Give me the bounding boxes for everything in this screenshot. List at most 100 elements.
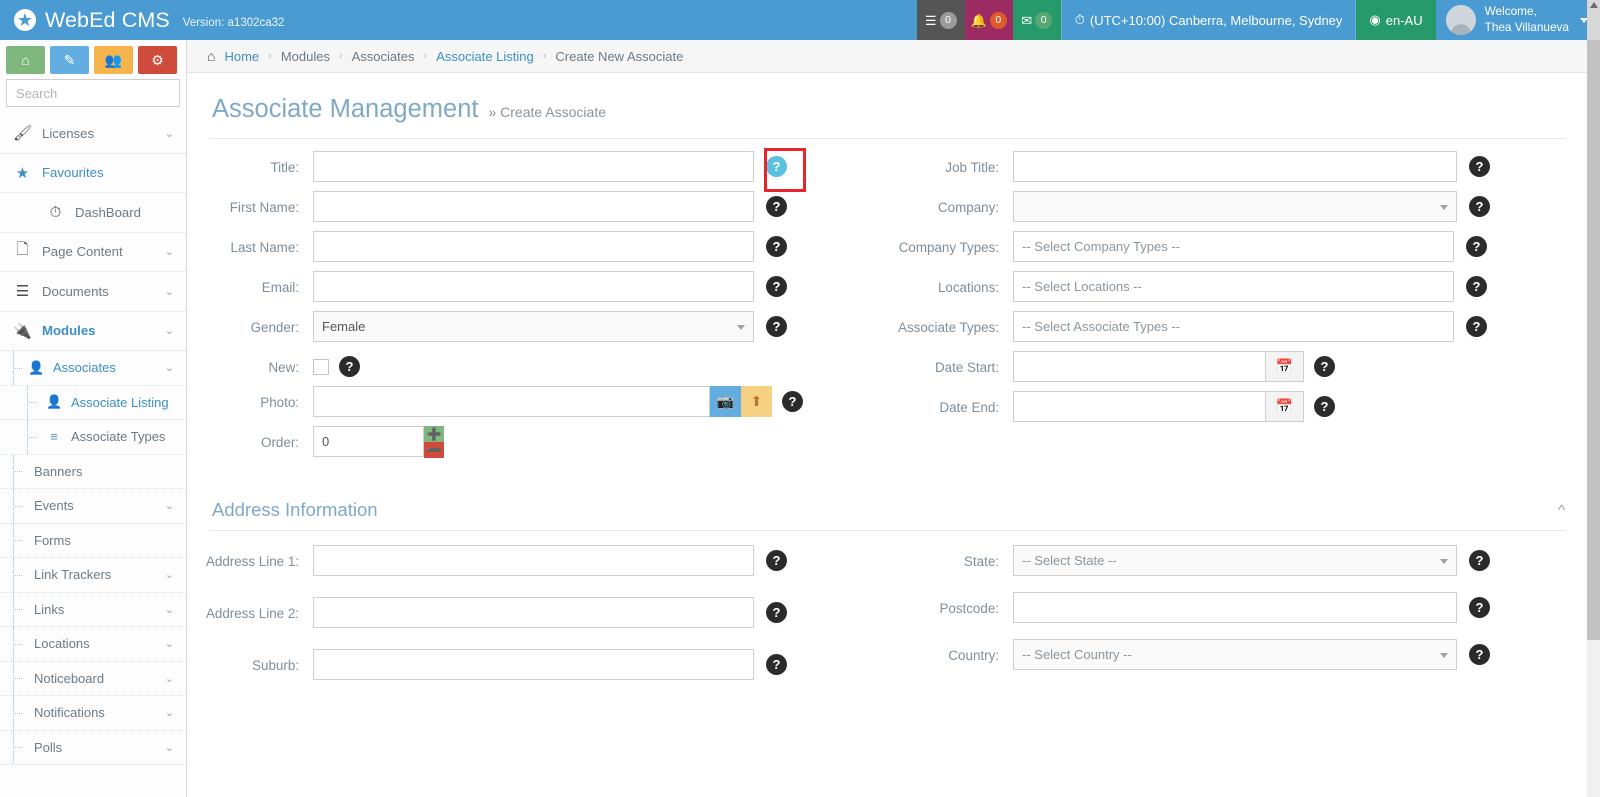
- brand[interactable]: ★ WebEd CMS Version: a1302ca32: [0, 0, 300, 40]
- date-end-input[interactable]: [1013, 391, 1266, 422]
- job-title-input[interactable]: [1013, 151, 1457, 182]
- help-icon-email[interactable]: ?: [766, 276, 787, 297]
- help-icon-new[interactable]: ?: [339, 356, 360, 377]
- help-icon-date-start[interactable]: ?: [1314, 356, 1335, 377]
- search-box[interactable]: 🔍: [6, 79, 186, 107]
- email-input[interactable]: [313, 271, 754, 302]
- chevron-down-icon: ⌄: [164, 285, 174, 298]
- help-icon-date-end[interactable]: ?: [1314, 396, 1335, 417]
- order-decrement-button[interactable]: ➖: [424, 442, 444, 458]
- photo-input[interactable]: [313, 386, 710, 417]
- new-checkbox[interactable]: [313, 359, 329, 375]
- breadcrumb-home[interactable]: Home: [224, 49, 259, 64]
- locations-multiselect[interactable]: -- Select Locations --: [1013, 271, 1454, 302]
- sidebar-item-licenses[interactable]: 🖌 Licenses ⌄: [0, 114, 186, 154]
- address-line-1-input[interactable]: [313, 545, 754, 576]
- form-column-left: Title: ? First Name: ? Last Name: ? Emai…: [187, 151, 887, 467]
- language-label: en-AU: [1385, 12, 1423, 28]
- sidebar-item-links[interactable]: Links ⌄: [0, 592, 186, 627]
- first-name-input[interactable]: [313, 191, 754, 222]
- sidebar-item-label: Documents: [42, 283, 109, 299]
- help-icon-gender[interactable]: ?: [766, 316, 787, 337]
- help-icon-first-name[interactable]: ?: [766, 196, 787, 217]
- order-input[interactable]: [313, 426, 424, 457]
- company-select[interactable]: [1013, 191, 1457, 222]
- sidebar-item-label: Forms: [34, 532, 71, 548]
- help-icon-job-title[interactable]: ?: [1469, 156, 1490, 177]
- help-icon-company[interactable]: ?: [1469, 196, 1490, 217]
- quick-users-button[interactable]: 👥: [94, 46, 133, 74]
- tasks-tile[interactable]: ☰ 0: [916, 0, 965, 40]
- help-icon-suburb[interactable]: ?: [766, 654, 787, 675]
- sidebar-item-favourites[interactable]: ★ Favourites: [0, 153, 186, 193]
- help-icon-postcode[interactable]: ?: [1469, 597, 1490, 618]
- sidebar-item-page-content[interactable]: 🗋 Page Content ⌄: [0, 232, 186, 272]
- company-types-multiselect[interactable]: -- Select Company Types --: [1013, 231, 1454, 262]
- sidebar-item-modules[interactable]: 🔌 Modules ⌄: [0, 311, 186, 351]
- help-icon-photo[interactable]: ?: [782, 391, 803, 412]
- page-scrollbar[interactable]: [1587, 40, 1600, 797]
- sidebar-item-locations[interactable]: Locations ⌄: [0, 627, 186, 662]
- associate-types-multiselect[interactable]: -- Select Associate Types --: [1013, 311, 1454, 342]
- country-select[interactable]: -- Select Country --: [1013, 639, 1457, 670]
- quick-settings-button[interactable]: ⚙: [138, 46, 177, 74]
- help-icon-last-name[interactable]: ?: [766, 236, 787, 257]
- sidebar-item-forms[interactable]: Forms: [0, 523, 186, 558]
- state-select[interactable]: -- Select State --: [1013, 545, 1457, 576]
- help-icon-state[interactable]: ?: [1469, 550, 1490, 571]
- sidebar-item-noticeboard[interactable]: Noticeboard ⌄: [0, 661, 186, 696]
- sidebar-item-label: Notifications: [34, 705, 105, 721]
- sidebar-item-link-trackers[interactable]: Link Trackers ⌄: [0, 558, 186, 593]
- sidebar-item-polls[interactable]: Polls ⌄: [0, 730, 186, 765]
- gender-select[interactable]: Female: [313, 311, 754, 342]
- sidebar-item-banners[interactable]: Banners: [0, 454, 186, 489]
- breadcrumb-modules[interactable]: Modules: [281, 49, 330, 64]
- suburb-input[interactable]: [313, 649, 754, 680]
- user-menu[interactable]: Welcome, Thea Villanueva: [1435, 0, 1600, 40]
- field-state: State: -- Select State -- ?: [887, 545, 1587, 576]
- sidebar-item-notifications[interactable]: Notifications ⌄: [0, 696, 186, 731]
- breadcrumb-associates[interactable]: Associates: [352, 49, 415, 64]
- order-increment-button[interactable]: ➕: [424, 426, 444, 442]
- sidebar-item-label: Associate Listing: [71, 394, 169, 410]
- chevron-right-icon: ›: [338, 50, 343, 62]
- image-icon[interactable]: 📷: [710, 386, 741, 417]
- sidebar-item-events[interactable]: Events ⌄: [0, 489, 186, 524]
- scrollbar-thumb[interactable]: [1587, 40, 1600, 640]
- upload-icon[interactable]: ⬆: [741, 386, 772, 417]
- quick-edit-button[interactable]: ✎: [50, 46, 89, 74]
- alerts-tile[interactable]: 🔔 0: [964, 0, 1013, 40]
- chevron-up-icon[interactable]: ^: [1558, 502, 1565, 519]
- last-name-input[interactable]: [313, 231, 754, 262]
- calendar-icon[interactable]: 📅: [1266, 391, 1304, 422]
- title-input[interactable]: [313, 151, 754, 182]
- field-label: Photo:: [260, 395, 299, 410]
- help-icon-title[interactable]: ?: [766, 156, 787, 177]
- scrollbar-up-button[interactable]: [1587, 0, 1600, 40]
- help-icon-company-types[interactable]: ?: [1466, 236, 1487, 257]
- search-input[interactable]: [14, 84, 186, 102]
- help-icon-locations[interactable]: ?: [1466, 276, 1487, 297]
- sidebar-item-documents[interactable]: ☰ Documents ⌄: [0, 272, 186, 312]
- globe-icon: ★: [14, 9, 36, 31]
- calendar-icon[interactable]: 📅: [1266, 351, 1304, 382]
- help-icon-address-line-1[interactable]: ?: [766, 550, 787, 571]
- quick-home-button[interactable]: ⌂: [6, 46, 45, 74]
- sidebar-item-label: Polls: [34, 739, 63, 755]
- language-selector[interactable]: ◉ en-AU: [1356, 0, 1436, 40]
- sidebar-item-label: Modules: [42, 323, 96, 339]
- sidebar-item-associates[interactable]: 👤 Associates ⌄: [0, 351, 186, 386]
- help-icon-address-line-2[interactable]: ?: [766, 602, 787, 623]
- help-icon-associate-types[interactable]: ?: [1466, 316, 1487, 337]
- breadcrumb-associate-listing[interactable]: Associate Listing: [436, 49, 534, 64]
- sidebar-item-associate-listing[interactable]: 👤 Associate Listing: [0, 385, 186, 420]
- messages-tile[interactable]: ✉ 0: [1012, 0, 1061, 40]
- date-start-input[interactable]: [1013, 351, 1266, 382]
- sidebar-item-dashboard[interactable]: ⏱ DashBoard: [0, 193, 186, 233]
- help-icon-country[interactable]: ?: [1469, 644, 1490, 665]
- chevron-down-icon: ⌄: [164, 707, 174, 720]
- sidebar-item-associate-types[interactable]: ≡ Associate Types: [0, 420, 186, 455]
- postcode-input[interactable]: [1013, 592, 1457, 623]
- address-line-2-input[interactable]: [313, 597, 754, 628]
- tasks-icon: ☰: [924, 12, 937, 28]
